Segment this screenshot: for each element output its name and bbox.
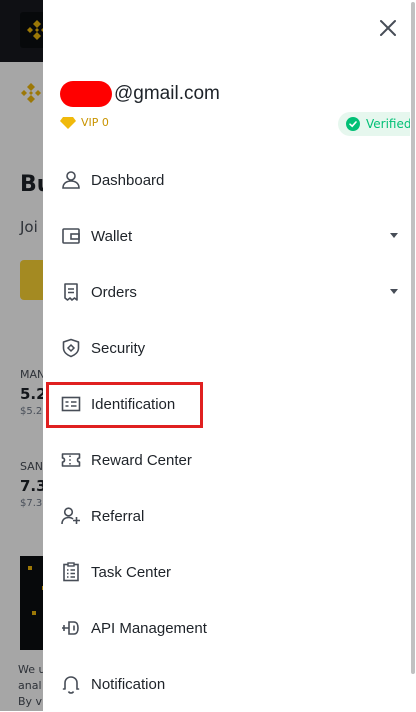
menu-item-label: Dashboard bbox=[91, 171, 165, 189]
menu-item-identification[interactable]: Identification bbox=[43, 376, 416, 432]
verified-check-icon bbox=[346, 117, 360, 131]
menu-item-orders[interactable]: Orders bbox=[43, 264, 416, 320]
chevron-down-icon[interactable] bbox=[390, 233, 398, 238]
menu-item-dashboard[interactable]: Dashboard bbox=[43, 152, 416, 208]
menu-item-api-management[interactable]: API Management bbox=[43, 600, 416, 656]
menu-item-task-center[interactable]: Task Center bbox=[43, 544, 416, 600]
account-email: @gmail.com bbox=[60, 80, 220, 108]
receipt-icon bbox=[64, 283, 78, 301]
account-drawer: @gmail.com VIP 0 Verified Dashboard Wall… bbox=[43, 0, 416, 711]
plug-icon bbox=[62, 621, 79, 635]
menu-item-label: Reward Center bbox=[91, 451, 192, 469]
user-icon bbox=[62, 171, 80, 189]
vip-level[interactable]: VIP 0 bbox=[60, 116, 109, 129]
menu-item-security[interactable]: Security bbox=[43, 320, 416, 376]
add-user-icon bbox=[61, 507, 80, 525]
menu-item-reward-center[interactable]: Reward Center bbox=[43, 432, 416, 488]
scrollbar-thumb[interactable] bbox=[411, 2, 415, 674]
menu-item-label: Identification bbox=[91, 395, 176, 413]
menu-item-label: Referral bbox=[91, 507, 145, 525]
shield-icon bbox=[62, 338, 80, 358]
menu-item-label: Notification bbox=[91, 675, 166, 693]
verified-label: Verified bbox=[366, 117, 412, 131]
close-icon[interactable] bbox=[378, 18, 398, 38]
menu-item-label: API Management bbox=[91, 619, 207, 637]
vip-label: VIP 0 bbox=[81, 116, 109, 129]
menu-item-label: Orders bbox=[91, 283, 137, 301]
menu-item-notification[interactable]: Notification bbox=[43, 656, 416, 712]
wallet-icon bbox=[62, 228, 80, 244]
chevron-down-icon[interactable] bbox=[390, 289, 398, 294]
scrollbar[interactable] bbox=[410, 0, 416, 711]
email-suffix: @gmail.com bbox=[114, 83, 220, 104]
bell-icon bbox=[62, 676, 80, 694]
menu-item-label: Task Center bbox=[91, 563, 172, 581]
menu-item-referral[interactable]: Referral bbox=[43, 488, 416, 544]
diamond-icon bbox=[60, 116, 76, 129]
redacted-username bbox=[60, 81, 112, 107]
task-list-icon bbox=[63, 562, 79, 582]
verified-badge: Verified bbox=[338, 112, 416, 136]
menu-item-label: Security bbox=[91, 339, 146, 357]
id-card-icon bbox=[61, 396, 81, 412]
drawer-menu: Dashboard Wallet Orders Security Identif… bbox=[43, 152, 416, 712]
ticket-icon bbox=[61, 453, 81, 467]
menu-item-label: Wallet bbox=[91, 227, 133, 245]
menu-item-wallet[interactable]: Wallet bbox=[43, 208, 416, 264]
